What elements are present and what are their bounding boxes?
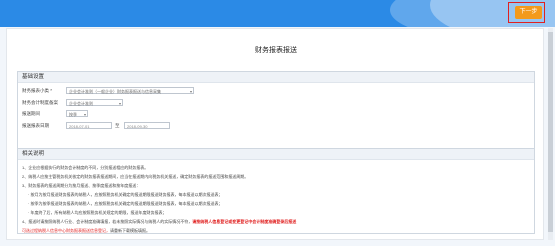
accounting-system-value: 企业会计准则 [69, 101, 93, 106]
note-line: · 按季为按季报送财务报表的纳税人，应按照税务机关确定的报送期限报送财务报表，每… [28, 201, 223, 206]
chevron-down-icon: ▾ [118, 101, 121, 106]
note-line: 2、纳税人应按主管税务机关核定的财务报表报送期间，应当在报送期内向税务机关报送，… [22, 174, 249, 179]
report-period-label: 报送期间 [22, 111, 40, 116]
note-line: 3、财务报表的报送周期分为按月报送、按季度报送和按年度报送： [22, 183, 141, 188]
chevron-down-icon: ▾ [83, 112, 86, 117]
accounting-system-select[interactable]: 企业会计准则 ▾ [66, 99, 123, 106]
accounting-system-label: 财务会计制度备案 [22, 100, 58, 105]
basic-settings-header: 基础设置 [18, 72, 534, 83]
notes-list: 1、企业应根据执行的财务会计制度的不同，分别报送相应的财务报表。 2、纳税人应按… [22, 163, 530, 235]
note-line: · 按月为按月报送财务报表的纳税人，应按照税务机关确定的报送期限报送财务报表，每… [28, 192, 223, 197]
note-text: 请重新下载模板填报。 [110, 228, 150, 233]
chevron-down-icon: ▾ [189, 89, 192, 94]
main-panel: 财务报表报送 基础设置 财务报表小类 * 企业会计准则（一般企业）财务报表报送与… [6, 28, 544, 240]
page-title: 财务报表报送 [255, 47, 297, 54]
note-warning-text: 可选过程纳税人信息中心财务报表报送信息登记， [22, 228, 110, 233]
top-header-bar: 下一步 [0, 0, 555, 27]
note-warning-text: 请按纳税人信息登记或变更登记中会计制度准确登录后报送 [192, 219, 297, 224]
basic-settings-section: 基础设置 财务报表小类 * 企业会计准则（一般企业）财务报表报送与信息采集 ▾ … [17, 71, 535, 149]
note-line: 4、报送时请按照纳税人行业、会计制度准确填报，若未按照实际情况与纳税人的实际情况… [22, 217, 530, 226]
report-category-label: 财务报表小类 * [22, 88, 53, 93]
note-line: 1、企业应根据执行的财务会计制度的不同，分别报送相应的财务报表。 [22, 165, 149, 170]
notes-section: 相关说明 1、企业应根据执行的财务会计制度的不同，分别报送相应的财务报表。 2、… [17, 148, 535, 234]
note-text: 4、报送时请按照纳税人行业、会计制度准确填报，若未按照实际情况与纳税人的实际情况… [22, 219, 193, 224]
report-period-select[interactable]: 按季 ▾ [66, 110, 88, 117]
next-button-highlight-box [508, 2, 545, 23]
start-date-input[interactable]: 2018-07-01 [66, 122, 112, 129]
report-category-select[interactable]: 企业会计准则（一般企业）财务报表报送与信息采集 ▾ [66, 87, 194, 94]
report-period-value: 按季 [69, 112, 77, 117]
report-date-label: 报送报表日期 [22, 123, 49, 128]
note-line: · 年度终了后，所有纳税人均应按照税务机关规定的期限，报送年度财务报表； [28, 210, 167, 215]
notes-header: 相关说明 [18, 149, 534, 160]
note-line: 可选过程纳税人信息中心财务报表报送信息登记，请重新下载模板填报。 [22, 226, 530, 235]
end-date-input[interactable]: 2018-09-30 [124, 122, 170, 129]
vertical-scrollbar[interactable] [548, 28, 553, 240]
scrollbar-thumb[interactable] [548, 32, 553, 232]
report-category-value: 企业会计准则（一般企业）财务报表报送与信息采集 [69, 89, 161, 94]
date-separator: 至 [115, 123, 120, 128]
